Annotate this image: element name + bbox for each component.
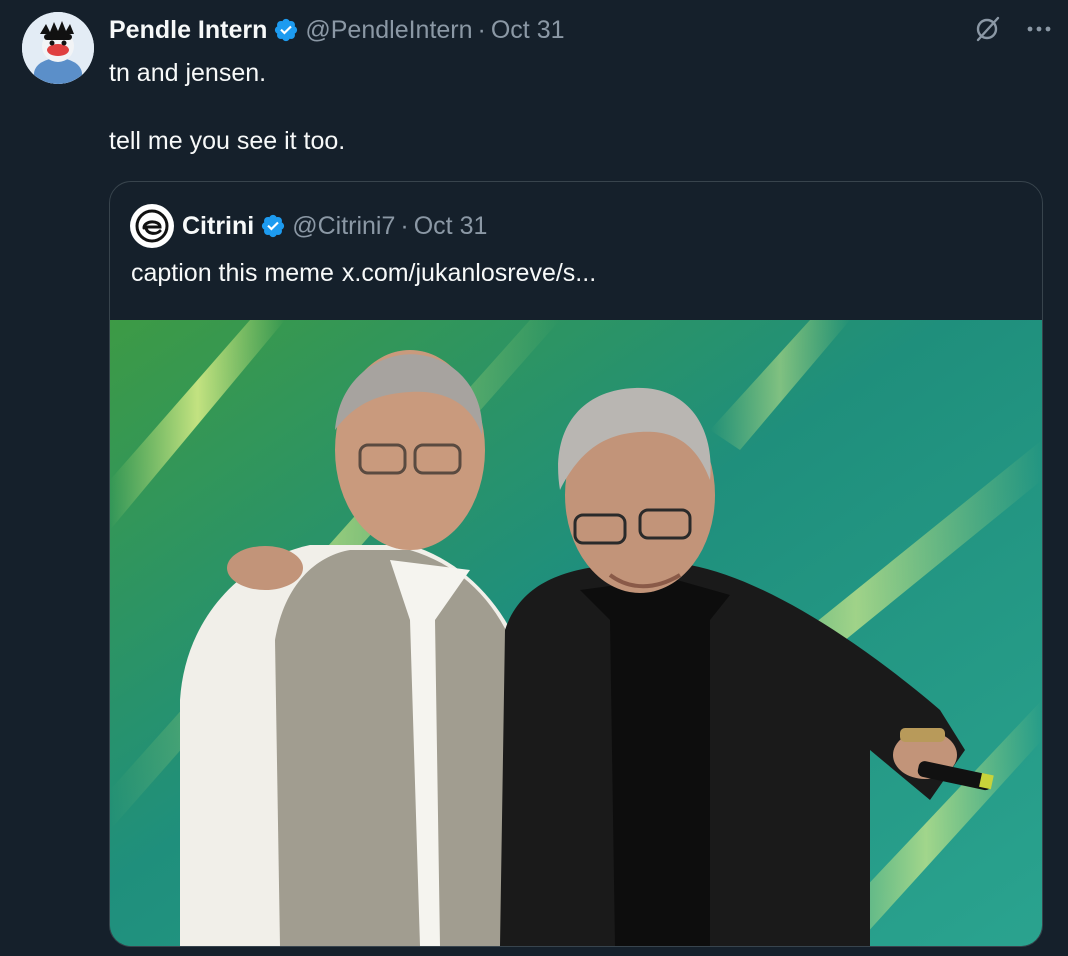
author-avatar[interactable] <box>22 12 94 84</box>
verified-badge-icon[interactable] <box>260 213 286 239</box>
quoted-tweet-link[interactable]: x.com/jukanlosreve/s... <box>342 259 596 287</box>
quoted-author-display-name[interactable]: Citrini <box>182 212 254 241</box>
photo-two-men-on-stage-icon <box>110 320 1042 946</box>
cartoon-character-avatar-icon <box>22 12 94 84</box>
verified-badge-icon[interactable] <box>273 17 299 43</box>
author-handle[interactable]: @PendleIntern <box>305 16 472 45</box>
tweet[interactable]: Pendle Intern @PendleIntern · Oct 31 tn … <box>0 0 1068 956</box>
tweet-text: tn and jensen. tell me you see it too. <box>109 59 346 155</box>
quoted-tweet-body: caption this meme <box>131 259 334 287</box>
more-dots-icon[interactable] <box>1024 14 1054 44</box>
quoted-author-handle[interactable]: @Citrini7 <box>292 212 395 241</box>
quoted-tweet-header: Citrini @Citrini7 · Oct 31 <box>130 202 487 250</box>
author-display-name[interactable]: Pendle Intern <box>109 16 267 45</box>
quoted-tweet-text: caption this meme x.com/jukanlosreve/s... <box>131 256 596 290</box>
slashed-circle-icon[interactable] <box>972 14 1002 44</box>
tweet-top-actions <box>972 14 1054 44</box>
tweet-header: Pendle Intern @PendleIntern · Oct 31 <box>109 12 565 48</box>
separator-dot: · <box>477 15 486 44</box>
quoted-tweet-photo[interactable] <box>110 320 1042 946</box>
separator-dot: · <box>400 211 409 240</box>
citrini-logo-avatar-icon <box>135 209 169 243</box>
quoted-author-avatar[interactable] <box>130 204 174 248</box>
tweet-date[interactable]: Oct 31 <box>491 16 565 45</box>
quoted-tweet-date[interactable]: Oct 31 <box>414 212 488 241</box>
quoted-tweet[interactable]: Citrini @Citrini7 · Oct 31 caption this … <box>109 181 1043 947</box>
